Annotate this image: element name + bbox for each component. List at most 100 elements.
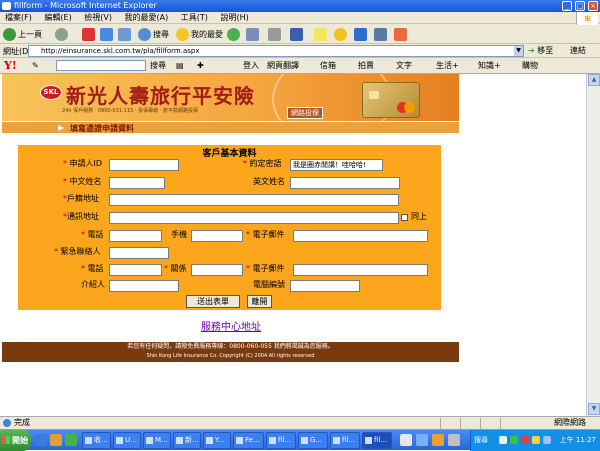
task-item-6[interactable]: Fe...	[233, 432, 264, 449]
mobile-input[interactable]	[191, 230, 243, 242]
windows-logo-icon: ⊞	[576, 12, 598, 25]
menu-view[interactable]: 檢視(V)	[79, 12, 117, 24]
network-icon[interactable]	[510, 436, 518, 444]
back-button[interactable]: 上一頁	[3, 27, 42, 42]
yahoo-signin[interactable]: 登入	[243, 61, 259, 71]
quicklaunch-ie-icon[interactable]	[35, 434, 47, 446]
same-as-above-checkbox[interactable]	[401, 214, 408, 221]
leave-button[interactable]: 離開	[247, 295, 272, 308]
yahoo-search-input[interactable]	[56, 60, 146, 71]
tray-tool-icon[interactable]	[400, 434, 412, 446]
menu-file[interactable]: 檔案(F)	[0, 12, 37, 24]
start-button[interactable]: 開始	[0, 430, 31, 451]
emergency-email-input[interactable]	[293, 264, 428, 276]
search-button[interactable]: 搜尋	[138, 27, 169, 42]
pencil-icon[interactable]: ✎	[32, 61, 39, 71]
antivirus-icon[interactable]	[521, 436, 529, 444]
yahoo-logo[interactable]: Y!	[4, 59, 17, 72]
scroll-down-icon[interactable]: ▼	[588, 403, 600, 415]
password-input[interactable]: 我是圈赤閒講！哇哈哈!	[290, 159, 383, 171]
emergency-contact-input[interactable]	[109, 247, 169, 259]
yahoo-knowledge[interactable]: 知識+	[478, 61, 501, 71]
yahoo-shopping[interactable]: 購物	[522, 61, 538, 71]
yahoo-search-button[interactable]: 搜尋	[150, 61, 166, 71]
yahoo-plus-icon[interactable]: ✚	[197, 61, 204, 71]
notes-icon	[314, 28, 327, 41]
research-icon	[354, 28, 367, 41]
edit-button[interactable]	[290, 27, 305, 42]
task-item-3[interactable]: M...	[143, 432, 171, 449]
taskbar: 開始 收... U... M... 新... Y... Fe... fil...…	[0, 429, 600, 451]
task-item-8[interactable]: G...	[298, 432, 328, 449]
speaker-icon[interactable]	[499, 436, 507, 444]
tray-app-icon[interactable]	[543, 436, 551, 444]
refresh-button[interactable]	[100, 27, 115, 42]
toolbar: 上一頁 搜尋 我的最愛	[0, 25, 600, 44]
close-button[interactable]: ×	[588, 1, 598, 11]
task-item-4[interactable]: 新...	[173, 432, 201, 449]
forward-button[interactable]	[55, 27, 70, 42]
yahoo-auction[interactable]: 拍賣	[358, 61, 374, 71]
quicklaunch-desktop-icon[interactable]	[50, 434, 62, 446]
print-button[interactable]	[268, 27, 283, 42]
relation-input[interactable]	[191, 264, 243, 276]
messenger-button[interactable]	[334, 27, 349, 42]
tray-search-label[interactable]: 搜尋	[474, 430, 488, 451]
task-item-1[interactable]: 收...	[82, 432, 111, 449]
vertical-scrollbar[interactable]: ▲ ▼	[586, 74, 600, 416]
tray-tool-icon-4[interactable]	[448, 434, 460, 446]
household-addr-input[interactable]	[109, 194, 399, 206]
window-title: fillform - Microsoft Internet Explorer	[14, 1, 157, 10]
phone-input[interactable]	[109, 230, 162, 242]
print-icon	[268, 28, 281, 41]
service-center-link[interactable]: 服務中心地址	[201, 318, 261, 333]
links-button[interactable]: 連結	[570, 45, 586, 57]
en-name-input[interactable]	[290, 177, 400, 189]
history-button[interactable]	[227, 27, 242, 42]
cn-name-input[interactable]	[109, 177, 165, 189]
yahoo-mail[interactable]: 信箱	[320, 61, 336, 71]
emergency-contact-label: * 緊急聯絡人	[54, 247, 101, 256]
yahoo-life[interactable]: 生活+	[436, 61, 459, 71]
address-input[interactable]: http://einsurance.skl.com.tw/pla/fillfor…	[28, 45, 524, 57]
applicant-id-input[interactable]	[109, 159, 179, 171]
mail-addr-input[interactable]	[109, 212, 399, 224]
yahoo-text[interactable]: 文字	[396, 61, 412, 71]
tray-tool-icon-2[interactable]	[416, 434, 428, 446]
messenger-icon[interactable]	[532, 436, 540, 444]
research-button[interactable]	[354, 27, 369, 42]
menu-help[interactable]: 說明(H)	[215, 12, 253, 24]
yahoo-translate[interactable]: 網頁翻譯	[267, 61, 299, 71]
menu-edit[interactable]: 編輯(E)	[39, 12, 76, 24]
quicklaunch-media-icon[interactable]	[65, 434, 77, 446]
title-bar: fillform - Microsoft Internet Explorer _…	[0, 0, 600, 12]
task-item-9[interactable]: fil...	[330, 432, 360, 449]
task-item-7[interactable]: fil...	[266, 432, 296, 449]
minimize-button[interactable]: _	[562, 1, 572, 11]
task-item-10-active[interactable]: fil...	[362, 432, 392, 449]
scroll-up-icon[interactable]: ▲	[588, 74, 600, 86]
submit-button[interactable]: 送出表單	[186, 295, 240, 308]
task-item-5[interactable]: Y...	[203, 432, 231, 449]
maximize-button[interactable]: □	[575, 1, 585, 11]
task-item-2[interactable]: U...	[113, 432, 141, 449]
skl-logo: SKL	[40, 85, 62, 100]
notes-button[interactable]	[314, 27, 329, 42]
tool-button[interactable]	[374, 27, 389, 42]
email-input[interactable]	[293, 230, 428, 242]
tray-tool-icon-3[interactable]	[432, 434, 444, 446]
emergency-phone-input[interactable]	[109, 264, 162, 276]
menu-favorites[interactable]: 我的最愛(A)	[120, 12, 174, 24]
chevron-down-icon[interactable]: ▼	[514, 46, 523, 56]
home-button[interactable]	[118, 27, 133, 42]
extra-button[interactable]	[394, 27, 409, 42]
go-button[interactable]: ➔ 移至	[528, 45, 553, 57]
stop-button[interactable]	[82, 27, 97, 42]
introducer-input[interactable]	[109, 280, 179, 292]
menu-tools[interactable]: 工具(T)	[176, 12, 213, 24]
yahoo-menu-icon[interactable]: ▤	[176, 61, 184, 71]
computer-no-input[interactable]	[290, 280, 360, 292]
introducer-label: 介紹人	[81, 280, 105, 289]
mail-button[interactable]	[246, 27, 261, 42]
favorites-button[interactable]: 我的最愛	[176, 27, 223, 42]
